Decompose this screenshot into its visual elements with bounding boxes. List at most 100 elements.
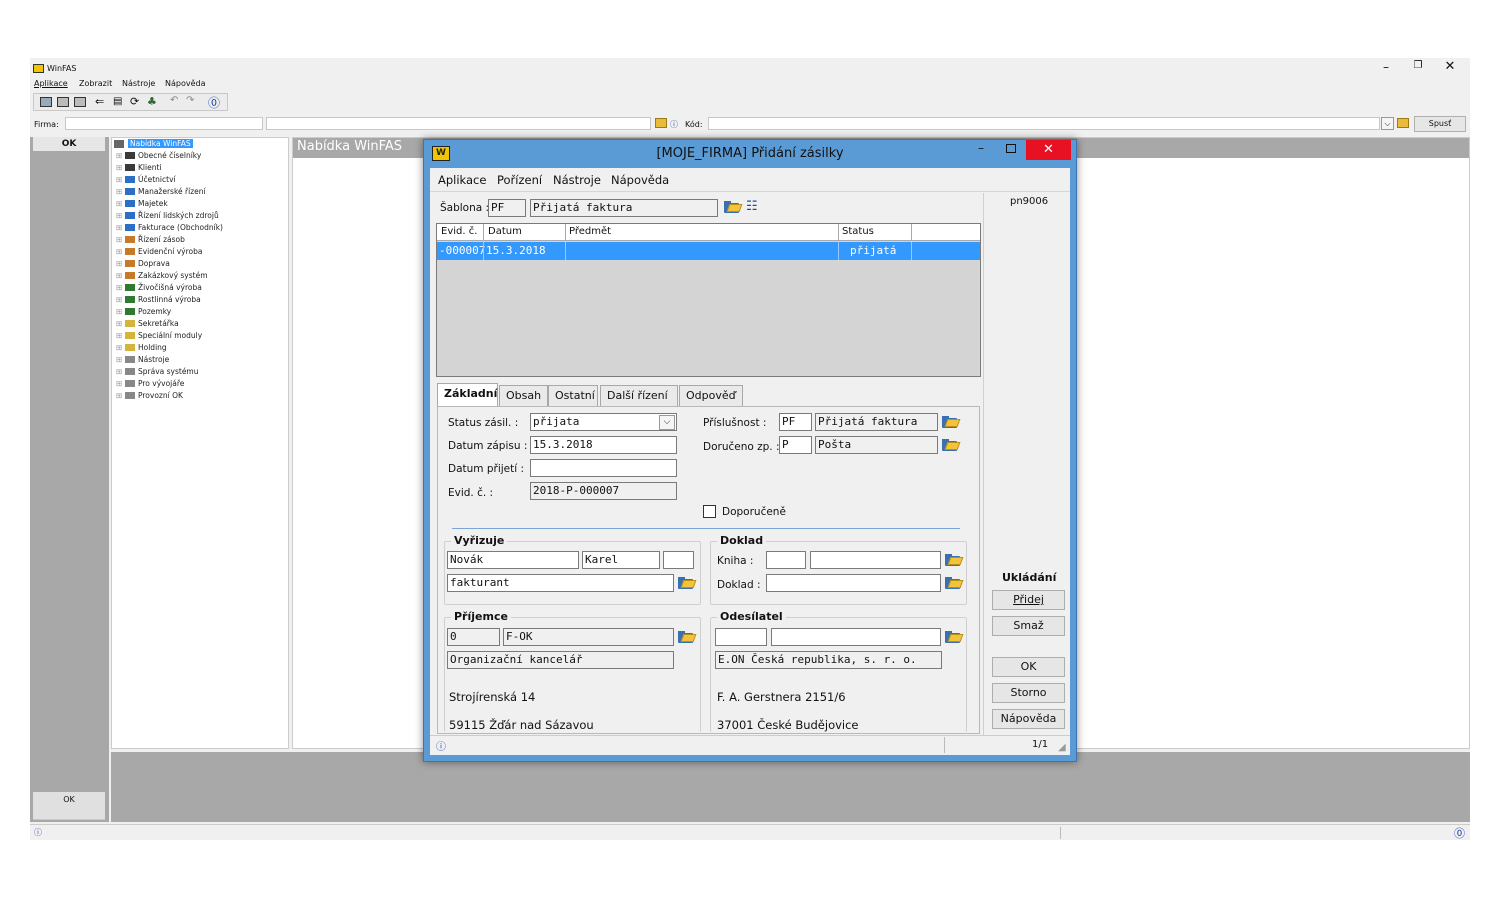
back-icon[interactable]: ⇐: [95, 95, 104, 108]
kniha-code-input[interactable]: [766, 551, 806, 569]
resize-grip-icon[interactable]: ◢: [1058, 742, 1066, 753]
prislusnost-name-input[interactable]: Přijatá faktura: [815, 413, 938, 431]
tree-item[interactable]: ⊞ Nástroje: [116, 354, 169, 366]
tree-expand-icon[interactable]: ⊞: [116, 246, 124, 258]
doruceno-folder-icon[interactable]: [941, 438, 961, 452]
vyrizuje-name-input[interactable]: Karel: [582, 551, 660, 569]
grid-row-selected[interactable]: -000007 15.3.2018 přijatá: [437, 242, 980, 260]
help-icon[interactable]: ⓪: [208, 94, 220, 111]
tree-expand-icon[interactable]: ⊞: [116, 210, 124, 222]
tree-expand-icon[interactable]: ⊞: [116, 342, 124, 354]
status-help-icon[interactable]: ⓪: [1454, 825, 1465, 841]
tree-item[interactable]: ⊞ Doprava: [116, 258, 170, 270]
tree-item[interactable]: ⊞ Řízení zásob: [116, 234, 185, 246]
dialog-menu-napoveda[interactable]: Nápověda: [611, 173, 669, 187]
minimize-button[interactable]: –: [1378, 60, 1394, 76]
dialog-menu-aplikace[interactable]: Aplikace: [438, 173, 486, 187]
menu-zobrazit[interactable]: Zobrazit: [79, 79, 112, 88]
tree-item[interactable]: ⊞ Evidenční výroba: [116, 246, 202, 258]
tab-zakladni[interactable]: Základní: [437, 383, 498, 407]
restore-button[interactable]: ❐: [1410, 60, 1426, 76]
vyrizuje-surname-input[interactable]: Novák: [447, 551, 579, 569]
doklad-input[interactable]: [766, 574, 941, 592]
spust-button[interactable]: Spusť: [1414, 116, 1466, 132]
grid2-icon[interactable]: [57, 97, 69, 107]
status-dropdown-icon[interactable]: ⌵: [659, 415, 675, 430]
ok-button[interactable]: OK: [992, 657, 1065, 677]
close-button[interactable]: ✕: [1442, 59, 1458, 75]
undo-icon[interactable]: ↶: [170, 95, 178, 106]
tree-expand-icon[interactable]: ⊞: [116, 330, 124, 342]
firma-input[interactable]: [65, 117, 263, 130]
prislusnost-folder-icon[interactable]: [941, 415, 961, 429]
storno-button[interactable]: Storno: [992, 683, 1065, 703]
tree-expand-icon[interactable]: ⊞: [116, 234, 124, 246]
kniha-name-input[interactable]: [810, 551, 941, 569]
grid3-icon[interactable]: [74, 97, 86, 107]
tree-root[interactable]: Nabídka WinFAS: [128, 139, 193, 148]
tree-expand-icon[interactable]: ⊞: [116, 222, 124, 234]
tree-item[interactable]: ⊞ Provozní OK: [116, 390, 183, 402]
dialog-minimize-button[interactable]: –: [978, 141, 992, 157]
ok-top-button[interactable]: OK: [33, 137, 105, 151]
tree-item[interactable]: ⊞ Majetek: [116, 198, 168, 210]
menu-aplikace[interactable]: Aplikace: [34, 79, 68, 88]
tree-expand-icon[interactable]: ⊞: [116, 282, 124, 294]
tree-expand-icon[interactable]: ⊞: [116, 270, 124, 282]
odesilatel-search-input[interactable]: [771, 628, 941, 646]
datum-prijeti-input[interactable]: [530, 459, 677, 477]
dialog-maximize-button[interactable]: [1006, 144, 1016, 153]
odesilatel-code-input[interactable]: [715, 628, 767, 646]
vyrizuje-role-input[interactable]: fakturant: [447, 574, 674, 592]
tree-expand-icon[interactable]: ⊞: [116, 186, 124, 198]
kniha-folder-icon[interactable]: [944, 553, 964, 567]
doruceno-name-input[interactable]: Pošta: [815, 436, 938, 454]
tree-expand-icon[interactable]: ⊞: [116, 390, 124, 402]
grid-icon[interactable]: [40, 97, 52, 107]
prijemce-folder-icon[interactable]: [677, 630, 697, 644]
tree-item[interactable]: ⊞ Řízení lidských zdrojů: [116, 210, 219, 222]
evid-input[interactable]: 2018-P-000007: [530, 482, 677, 500]
tree-item[interactable]: ⊞ Živočišná výroba: [116, 282, 202, 294]
sablona-name-input[interactable]: Přijatá faktura: [530, 199, 718, 217]
odesilatel-name-input[interactable]: E.ON Česká republika, s. r. o.: [715, 651, 942, 669]
smaz-button[interactable]: Smaž: [992, 616, 1065, 636]
tree-item[interactable]: ⊞ Klienti: [116, 162, 161, 174]
tree-item[interactable]: ⊞ Zakázkový systém: [116, 270, 208, 282]
grid-header-predmet[interactable]: Předmět: [569, 226, 611, 237]
tree-expand-icon[interactable]: ⊞: [116, 366, 124, 378]
tree-item[interactable]: ⊞ Účetnictví: [116, 174, 176, 186]
sablona-list-icon[interactable]: ☷: [746, 199, 758, 214]
firma-folder-icon[interactable]: [655, 118, 667, 128]
tab-dalsi-rizeni[interactable]: Další řízení: [600, 385, 678, 406]
sablona-code-input[interactable]: PF: [488, 199, 526, 217]
tree-item[interactable]: ⊞ Pozemky: [116, 306, 171, 318]
refresh-icon[interactable]: ⟳: [130, 95, 139, 108]
dialog-close-button[interactable]: ✕: [1026, 140, 1071, 160]
napoveda-button[interactable]: Nápověda: [992, 709, 1065, 729]
tree-expand-icon[interactable]: ⊞: [116, 318, 124, 330]
tree-item[interactable]: ⊞ Speciální moduly: [116, 330, 202, 342]
dialog-menu-nastroje[interactable]: Nástroje: [553, 173, 601, 187]
vyrizuje-folder-icon[interactable]: [677, 576, 697, 590]
doporucene-checkbox[interactable]: [703, 505, 716, 518]
tree-item[interactable]: ⊞ Správa systému: [116, 366, 199, 378]
tree-expand-icon[interactable]: ⊞: [116, 162, 124, 174]
grid-header-evid[interactable]: Evid. č.: [441, 226, 477, 237]
kod-folder-icon[interactable]: [1397, 118, 1409, 128]
prijemce-code-input[interactable]: 0: [447, 628, 500, 646]
ok-bottom-button[interactable]: OK: [33, 792, 105, 820]
tree-expand-icon[interactable]: ⊞: [116, 294, 124, 306]
tree-expand-icon[interactable]: ⊞: [116, 258, 124, 270]
tree-expand-icon[interactable]: ⊞: [116, 174, 124, 186]
grid-header-datum[interactable]: Datum: [488, 226, 522, 237]
menu-nastroje[interactable]: Nástroje: [122, 79, 155, 88]
doklad-folder-icon[interactable]: [944, 576, 964, 590]
menu-napoveda[interactable]: Nápověda: [165, 79, 206, 88]
prijemce-org-code-input[interactable]: F-OK: [503, 628, 674, 646]
tree-expand-icon[interactable]: ⊞: [116, 378, 124, 390]
firma-name-input[interactable]: [266, 117, 651, 130]
tab-ostatni[interactable]: Ostatní: [548, 385, 598, 406]
tree-item[interactable]: ⊞ Rostlinná výroba: [116, 294, 201, 306]
tree-item[interactable]: ⊞ Sekretářka: [116, 318, 179, 330]
